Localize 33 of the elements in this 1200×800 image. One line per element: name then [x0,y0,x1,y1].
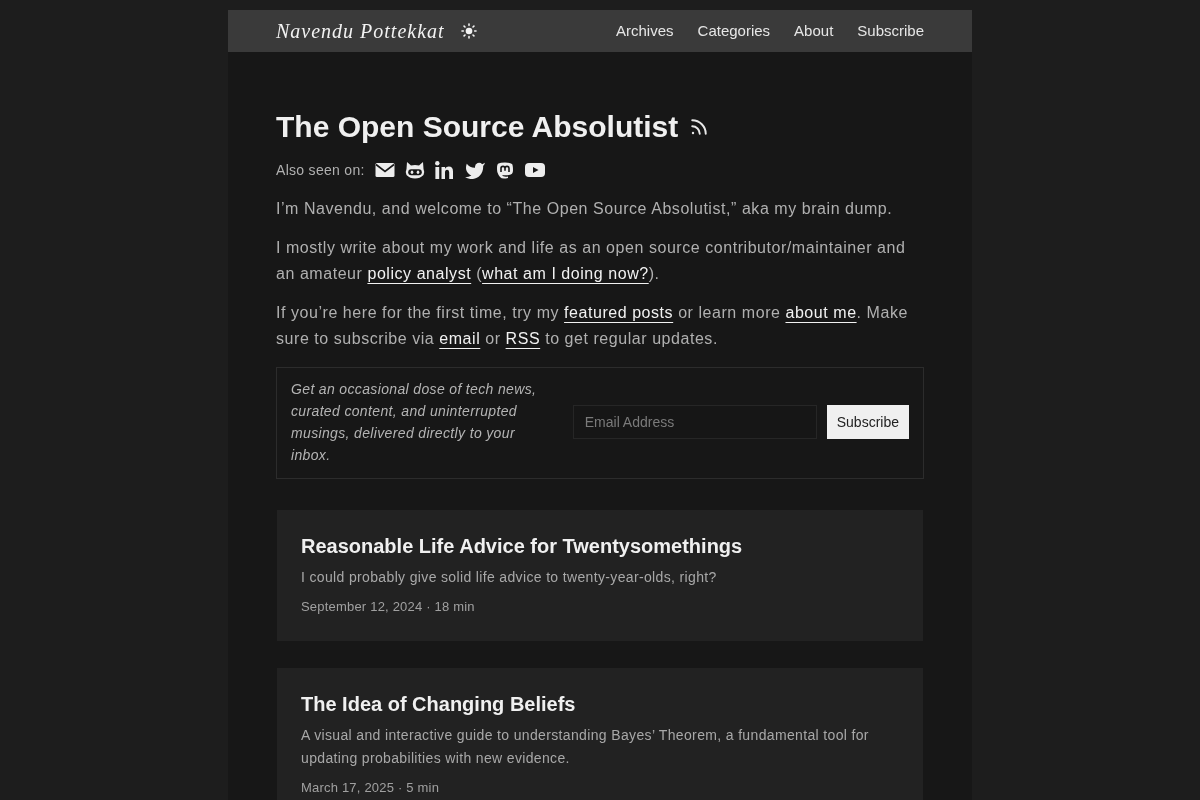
text-link[interactable]: what am I doing now? [482,265,649,282]
nav-link[interactable]: Categories [697,21,771,41]
newsletter-text: Get an occasional dose of tech news, curated content, and uninterrupted musings, delivered directly to your inbox. [291,380,538,465]
post-meta: September 12, 2024 · 18 min [301,598,476,616]
linkedin-icon[interactable] [434,160,455,180]
nav-link[interactable]: Subscribe [857,21,924,41]
youtube-icon[interactable] [524,160,545,180]
subscribe-button[interactable]: Subscribe [826,405,909,439]
text-link[interactable]: email [439,330,481,347]
post-description: I could probably give solid life advice to twenty-year-olds, right? [301,568,718,587]
rss-icon[interactable] [690,118,709,136]
email-icon[interactable] [374,160,395,180]
intro-paragraph: I’m Navendu, and welcome to “The Open Source Absolutist,” aka my brain dump. [276,199,894,219]
intro-paragraph: I mostly write about my work and life as an open source contributor/maintainer and an amateur policy analyst (what am I doing now?). [276,238,907,284]
post-meta: March 17, 2025 · 5 min [301,779,441,797]
nav-link[interactable]: About [794,21,834,41]
twitter-icon[interactable] [464,160,485,180]
site-logo[interactable]: Navendu Pottekkat [276,21,445,41]
mastodon-icon[interactable] [494,160,515,180]
post-title[interactable]: Reasonable Life Advice for Twentysomethings [301,532,899,560]
text-link[interactable]: RSS [505,330,541,347]
email-field[interactable]: Email Address [572,405,817,439]
post-description: A visual and interactive guide to understanding Bayes’ Theorem, a fundamental tool for updating probabilities with new evidence. [301,726,870,768]
post-title[interactable]: The Idea of Changing Beliefs [301,690,899,718]
github-icon[interactable] [404,160,425,180]
nav-link[interactable]: Archives [616,21,674,41]
text-link[interactable]: featured posts [564,304,674,321]
page-title: The Open Source Absolutist [276,109,679,145]
text-link[interactable]: policy analyst [367,265,472,282]
sun-icon[interactable] [460,23,477,39]
intro-paragraph: If you’re here for the first time, try my featured posts or learn more about me. Make sure to subscribe via email or RSS to get regular updates. [276,303,909,349]
text-link[interactable]: about me [785,304,857,321]
also-seen-label: Also seen on: [276,161,365,180]
